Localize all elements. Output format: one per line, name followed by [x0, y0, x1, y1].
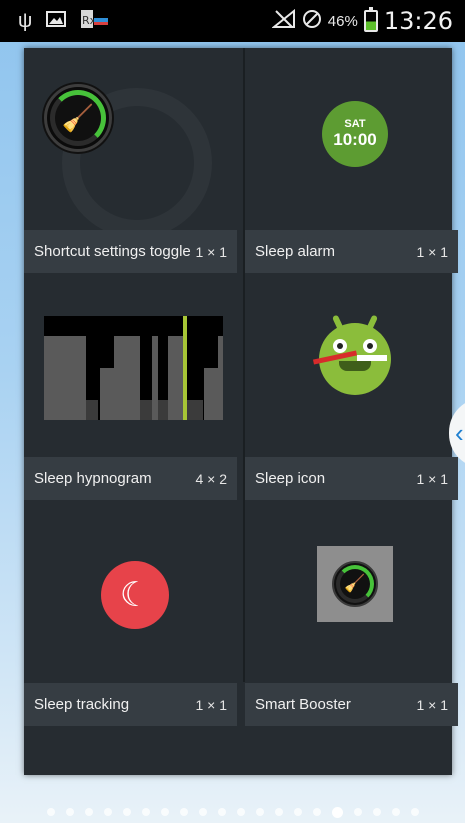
widget-sleep-hypnogram[interactable]: Sleep hypnogram 4 × 2: [24, 275, 237, 500]
widget-size: 1 × 1: [195, 243, 227, 260]
page-dot: [274, 808, 283, 816]
battery-percent: 46%: [327, 12, 358, 30]
status-bar: ψ Rx 46% 13:26: [0, 0, 465, 42]
widget-sleep-icon[interactable]: Sleep icon 1 × 1: [245, 275, 458, 500]
alarm-badge: SAT 10:00: [322, 101, 388, 167]
page-dot-active: [331, 807, 343, 818]
moon-icon: ☾: [101, 561, 169, 629]
widget-preview: ☾: [24, 501, 237, 683]
widget-size: 4 × 2: [195, 470, 227, 487]
widget-name: Sleep hypnogram: [34, 470, 152, 487]
widget-preview: 🧹: [245, 501, 458, 683]
widget-name: Sleep alarm: [255, 243, 336, 260]
page-dot: [312, 808, 321, 816]
alarm-day: SAT: [344, 118, 366, 130]
widget-label-bar: Shortcut settings toggle 1 × 1: [24, 230, 237, 273]
page-dot: [122, 808, 131, 816]
page-dot: [255, 808, 264, 816]
hypnogram-marker: [183, 316, 187, 420]
hypnogram-chart: [44, 316, 223, 420]
chevron-left-icon: ‹: [455, 417, 464, 448]
page-dot: [84, 808, 93, 816]
android-toothbrush-icon: [312, 314, 391, 395]
alarm-time: 10:00: [333, 130, 377, 149]
widget-name: Sleep icon: [255, 470, 326, 487]
widget-label-bar: Sleep tracking 1 × 1: [24, 683, 237, 726]
widget-name: Sleep tracking: [34, 696, 130, 713]
no-signal-icon: [270, 8, 296, 33]
widget-label-bar: Sleep hypnogram 4 × 2: [24, 457, 237, 500]
page-dot: [160, 808, 169, 816]
widget-label-bar: Sleep icon 1 × 1: [245, 457, 458, 500]
page-dot: [179, 808, 188, 816]
widget-sleep-alarm[interactable]: SAT 10:00 Sleep alarm 1 × 1: [245, 48, 458, 273]
widget-size: 1 × 1: [416, 696, 448, 713]
widget-preview: [24, 275, 237, 457]
page-dot: [410, 808, 419, 816]
widget-sleep-tracking[interactable]: ☾ Sleep tracking 1 × 1: [24, 501, 237, 726]
rx-icon: Rx: [80, 9, 110, 33]
widget-size: 1 × 1: [195, 696, 227, 713]
page-dot: [217, 808, 226, 816]
usb-icon: ψ: [18, 10, 33, 32]
clock: 13:26: [383, 7, 453, 35]
widget-size: 1 × 1: [416, 470, 448, 487]
widget-shortcut-settings-toggle[interactable]: 🧹 Shortcut settings toggle 1 × 1: [24, 48, 237, 273]
widget-label-bar: Smart Booster 1 × 1: [245, 683, 458, 726]
widget-name: Smart Booster: [255, 696, 351, 713]
widget-smart-booster[interactable]: 🧹 Smart Booster 1 × 1: [245, 501, 458, 726]
booster-broom-icon: 🧹: [317, 546, 393, 622]
page-dot: [236, 808, 245, 816]
page-dot: [293, 808, 302, 816]
page-dot: [372, 808, 381, 816]
booster-broom-icon: 🧹: [44, 84, 112, 152]
page-dot: [141, 808, 150, 816]
widget-preview: 🧹: [24, 48, 237, 238]
page-dot: [353, 808, 362, 816]
widget-preview: SAT 10:00: [245, 48, 458, 230]
widget-size: 1 × 1: [416, 243, 448, 260]
blocked-icon: [302, 9, 322, 33]
page-dot: [65, 808, 74, 816]
page-dot: [391, 808, 400, 816]
widget-label-bar: Sleep alarm 1 × 1: [245, 230, 458, 273]
image-icon: [46, 11, 67, 31]
page-indicator: [0, 807, 465, 818]
battery-charging-icon: [363, 7, 378, 32]
page-dot: [198, 808, 207, 816]
widget-picker-panel: 🧹 Shortcut settings toggle 1 × 1 SAT 10:…: [24, 48, 458, 775]
widget-preview: [245, 275, 458, 457]
page-dot: [103, 808, 112, 816]
widget-name: Shortcut settings toggle: [34, 243, 191, 260]
page-dot: [46, 808, 55, 816]
